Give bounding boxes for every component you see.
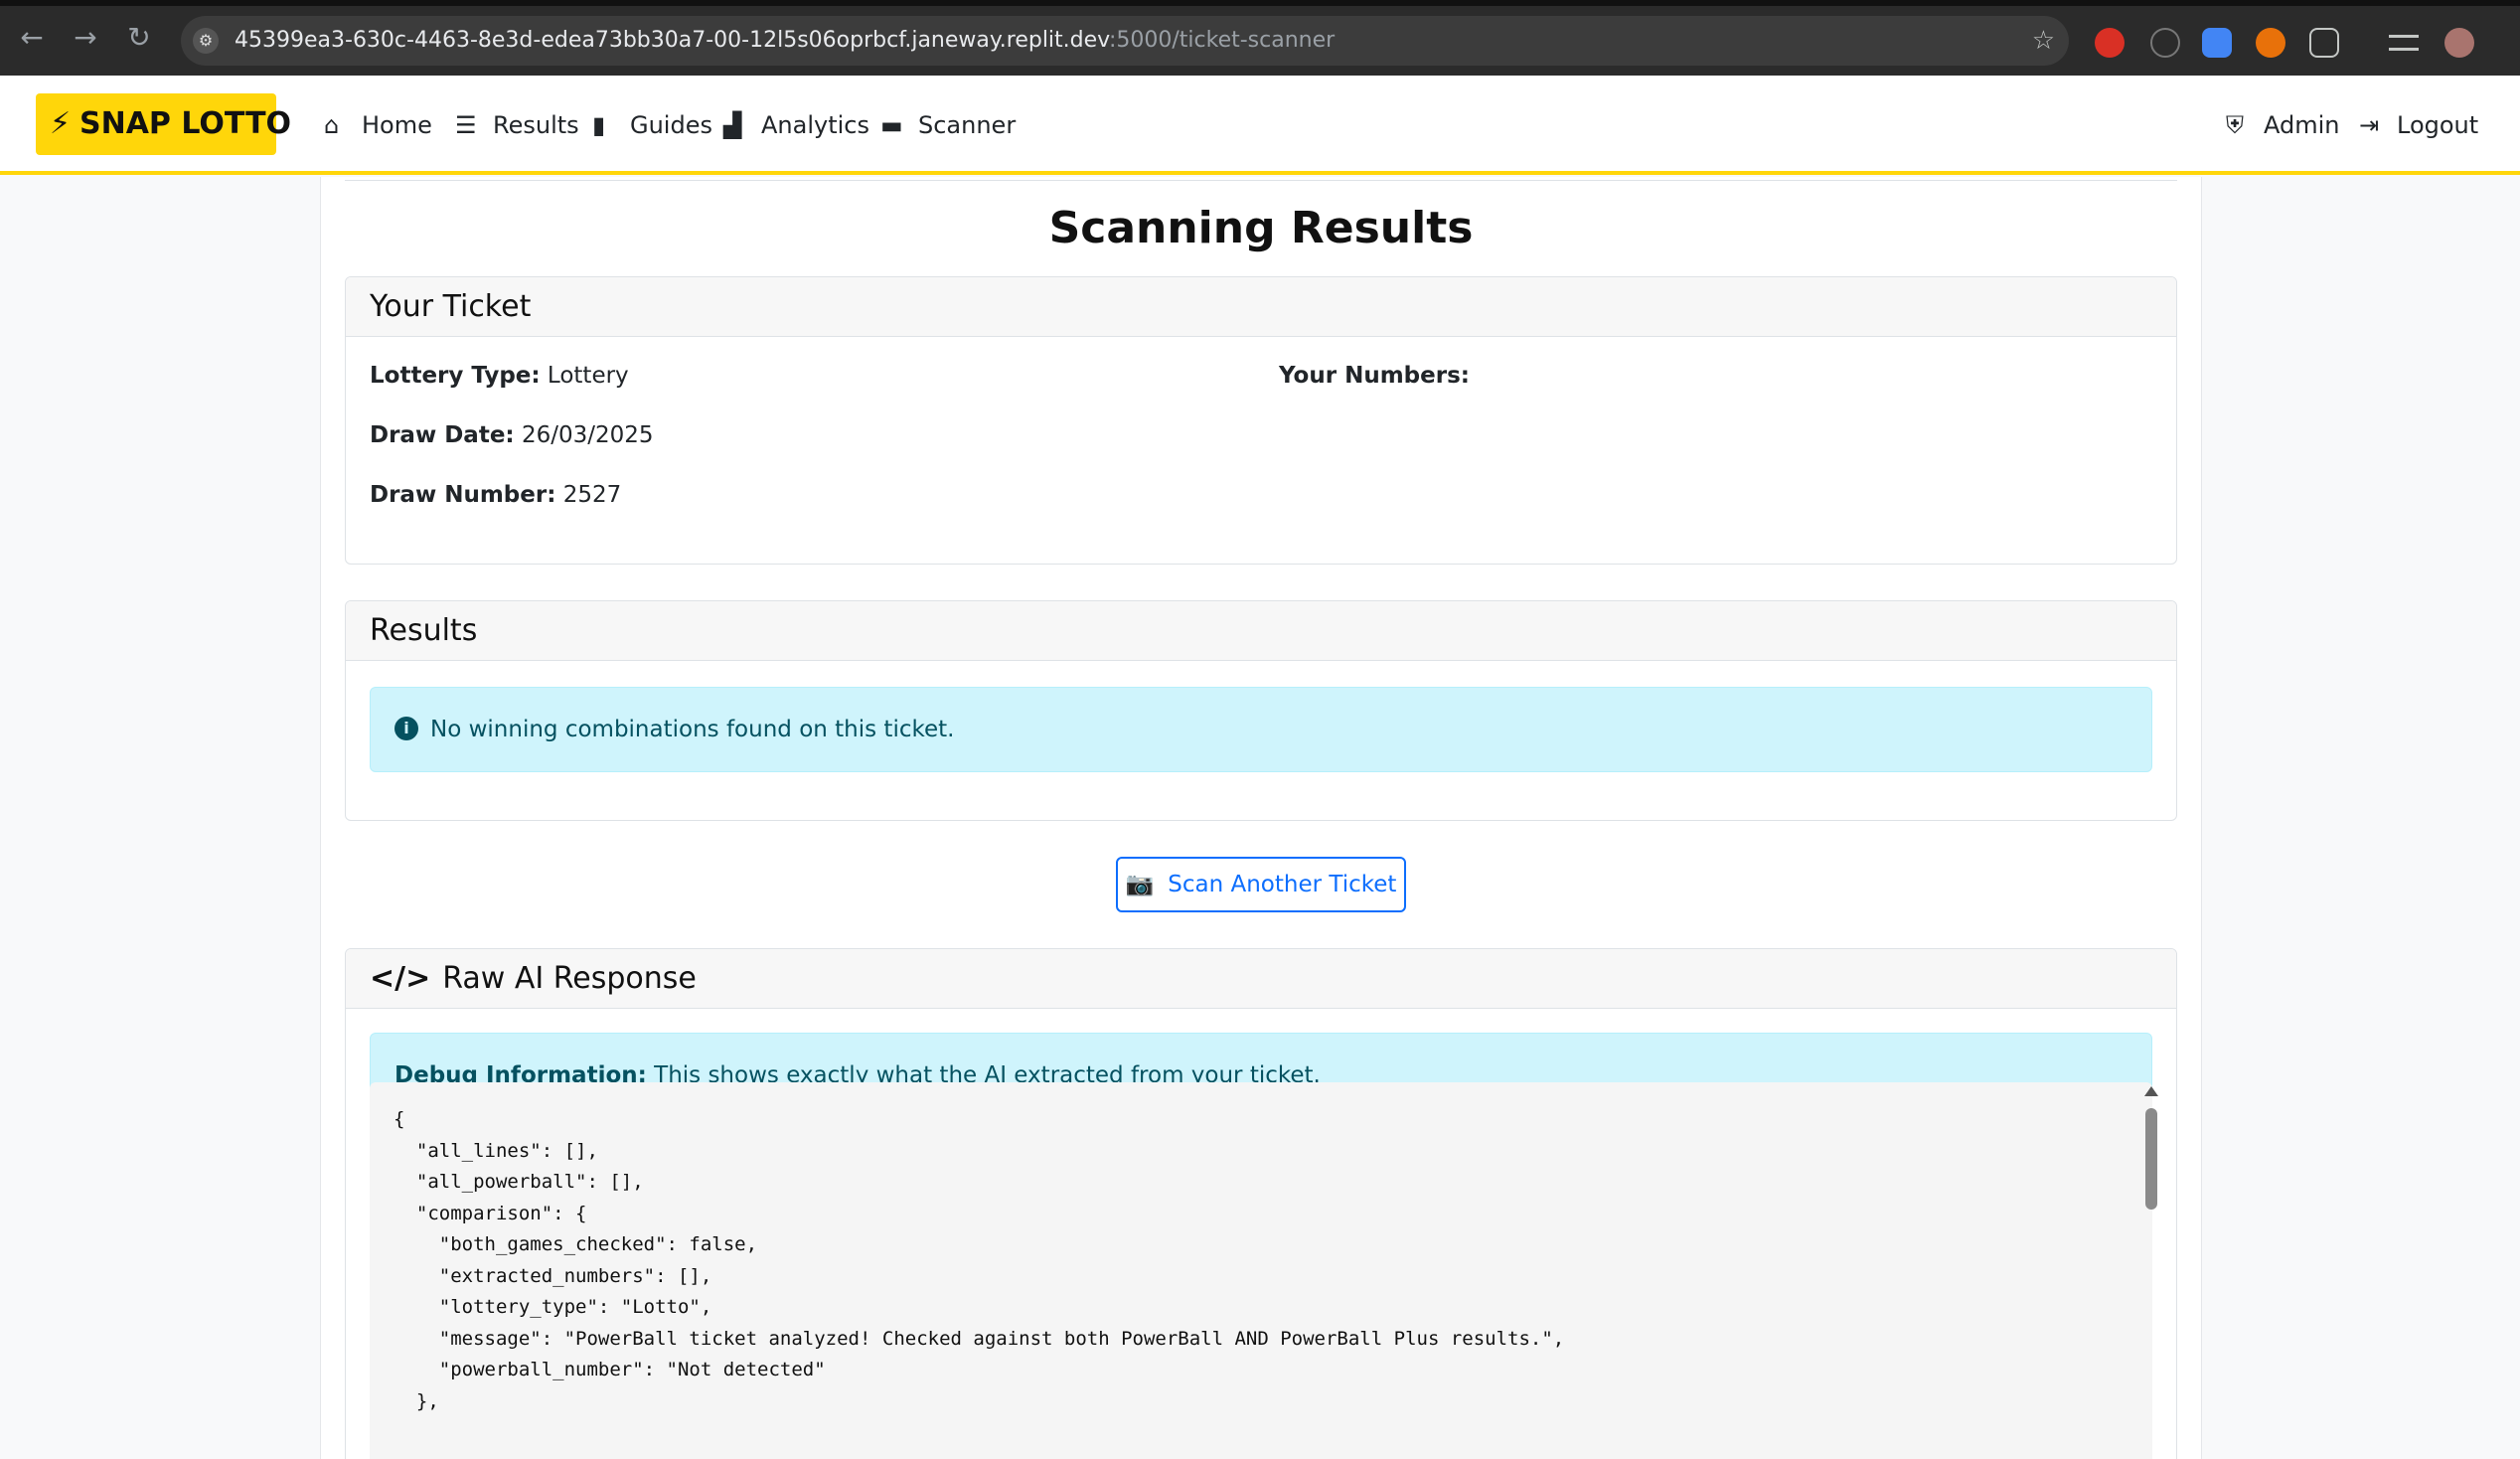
code-icon: </> xyxy=(370,961,431,996)
logout-icon: ⇥ xyxy=(2359,111,2380,139)
ticket-card-header: Your Ticket xyxy=(346,277,2176,337)
nav-guides-label: Guides xyxy=(630,111,712,139)
draw-number-field: Draw Number: 2527 xyxy=(370,482,621,508)
your-numbers-label: Your Numbers: xyxy=(1279,363,1470,389)
brand-logo[interactable]: ⚡ SNAP LOTTO xyxy=(36,93,291,155)
nav-admin-label: Admin xyxy=(2264,111,2340,139)
ticket-card: Your Ticket Lottery Type: Lottery Draw D… xyxy=(345,276,2177,565)
translate-icon[interactable] xyxy=(2202,28,2232,58)
raw-response-card-header: </> Raw AI Response xyxy=(346,949,2176,1009)
lightning-bolt-icon: ⚡ xyxy=(50,106,72,141)
url-text[interactable]: 45399ea3-630c-4463-8e3d-edea73bb30a7-00-… xyxy=(235,28,1335,54)
no-win-message: No winning combinations found on this ti… xyxy=(430,717,955,742)
draw-number-value: 2527 xyxy=(562,482,622,508)
lottery-type-value: Lottery xyxy=(547,363,629,389)
divider xyxy=(345,177,2177,181)
shield-icon: ⛨ xyxy=(2226,111,2244,139)
draw-date-label: Draw Date: xyxy=(370,422,515,448)
your-numbers-field: Your Numbers: xyxy=(1279,363,1470,389)
nav-analytics-label: Analytics xyxy=(761,111,869,139)
info-circle-icon: i xyxy=(394,716,418,740)
results-card: Results i No winning combinations found o… xyxy=(345,600,2177,821)
nav-logout[interactable]: ⇥ Logout xyxy=(2359,103,2478,147)
back-arrow-icon[interactable]: ← xyxy=(14,20,50,56)
nav-home-label: Home xyxy=(362,111,432,139)
scan-another-ticket-button[interactable]: 📷 Scan Another Ticket xyxy=(1116,857,1406,912)
profile-avatar[interactable] xyxy=(2444,28,2474,58)
raw-json-block[interactable]: { "all_lines": [], "all_powerball": [], … xyxy=(370,1082,2152,1459)
extension-red-icon[interactable] xyxy=(2095,28,2125,58)
address-bar[interactable]: ⚙ 45399ea3-630c-4463-8e3d-edea73bb30a7-0… xyxy=(181,16,2069,66)
draw-number-label: Draw Number: xyxy=(370,482,556,508)
list-icon: ☰ xyxy=(455,111,477,139)
nav-analytics[interactable]: ▟ Analytics xyxy=(723,103,869,147)
forward-arrow-icon[interactable]: → xyxy=(68,20,103,56)
book-icon: ▮ xyxy=(592,111,606,139)
browser-chrome: ← → ↻ ⚙ 45399ea3-630c-4463-8e3d-edea73bb… xyxy=(0,0,2520,76)
code-scrollbar[interactable] xyxy=(2140,1082,2162,1459)
nav-admin[interactable]: ⛨ Admin xyxy=(2226,103,2340,147)
extension-circle-icon[interactable] xyxy=(2150,28,2180,58)
reload-icon[interactable]: ↻ xyxy=(121,20,157,56)
nav-home[interactable]: ⌂ Home xyxy=(324,103,432,147)
raw-response-title: Raw AI Response xyxy=(442,961,697,996)
extensions-puzzle-icon[interactable] xyxy=(2309,28,2339,58)
media-control-icon[interactable] xyxy=(2389,35,2419,51)
lottery-type-label: Lottery Type: xyxy=(370,363,541,389)
ticket-card-body: Lottery Type: Lottery Draw Date: 26/03/2… xyxy=(346,337,2176,508)
draw-date-field: Draw Date: 26/03/2025 xyxy=(370,422,654,448)
nav-results[interactable]: ☰ Results xyxy=(455,103,579,147)
bookmark-star-icon[interactable]: ☆ xyxy=(2032,26,2055,56)
nav-logout-label: Logout xyxy=(2397,111,2479,139)
nav-guides[interactable]: ▮ Guides xyxy=(592,103,712,147)
scroll-thumb[interactable] xyxy=(2145,1108,2157,1210)
camera-icon: 📷 xyxy=(1125,872,1155,897)
no-win-alert: i No winning combinations found on this t… xyxy=(370,687,2152,772)
chart-icon: ▟ xyxy=(723,111,742,139)
main-container: Scanning Results Your Ticket Lottery Typ… xyxy=(320,177,2202,1459)
scan-another-ticket-label: Scan Another Ticket xyxy=(1168,872,1397,897)
app-navbar: ⚡ SNAP LOTTO ⌂ Home ☰ Results ▮ Guides ▟ Anal… xyxy=(0,76,2520,175)
nav-scanner-label: Scanner xyxy=(918,111,1017,139)
ticket-icon: ▬ xyxy=(880,111,903,139)
results-card-header: Results xyxy=(346,601,2176,661)
nav-results-label: Results xyxy=(493,111,579,139)
site-info-icon[interactable]: ⚙ xyxy=(193,28,219,54)
nav-scanner[interactable]: ▬ Scanner xyxy=(880,103,1016,147)
brand-text: SNAP LOTTO xyxy=(79,106,292,141)
page-title: Scanning Results xyxy=(1048,203,1474,253)
raw-response-card: </> Raw AI Response Debug Information: Th… xyxy=(345,948,2177,1459)
home-icon: ⌂ xyxy=(324,111,340,139)
lottery-type-field: Lottery Type: Lottery xyxy=(370,363,629,389)
extension-fox-icon[interactable] xyxy=(2256,28,2285,58)
scroll-up-arrow-icon[interactable] xyxy=(2144,1086,2158,1096)
draw-date-value: 26/03/2025 xyxy=(521,422,654,448)
